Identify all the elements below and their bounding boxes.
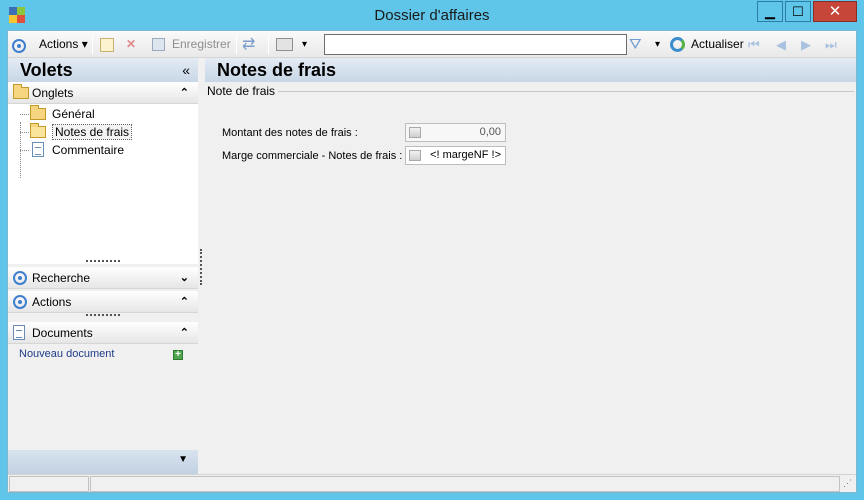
actions-menu-label: Actions [39,37,79,51]
tree-item-commentaire[interactable]: Commentaire [30,142,124,158]
section-actions[interactable]: Actions ⌃ [8,291,198,313]
tabs-tree: Général Notes de frais Commentaire [8,104,198,264]
montant-field[interactable]: 0,00 [405,123,506,142]
toolbar-separator [92,35,93,54]
last-icon[interactable]: ⏭ [825,35,837,54]
circle-icon [13,271,27,285]
search-input[interactable] [324,34,627,55]
print-dropdown-arrow[interactable]: ▾ [302,35,307,54]
folder-icon [30,105,46,120]
group-title: Note de frais [207,84,279,98]
tree-connector [20,114,29,115]
new-icon[interactable] [100,38,114,52]
application-window: Dossier d'affaires ▁ ☐ ✕ Actions ▾ ✕ Enr… [0,0,864,500]
panel-splitter[interactable] [200,249,202,285]
actions-menu-button[interactable]: Actions ▾ [39,35,88,54]
window-title: Dossier d'affaires [374,7,490,24]
montant-label: Montant des notes de frais : [222,127,358,139]
document-icon [32,142,44,157]
window-client-area: Actions ▾ ✕ Enregistrer ⇄ ▾ ⛛ ▾ Actualis… [7,30,857,493]
chevron-up-icon[interactable]: ⌃ [180,82,189,104]
title-bar: Dossier d'affaires ▁ ☐ ✕ [0,0,864,30]
marge-field[interactable]: <! margeNF !> [405,146,506,165]
chevron-down-icon[interactable]: ▼ [178,454,188,465]
refresh-button[interactable]: Actualiser [691,35,744,54]
minimize-button[interactable]: ▁ [757,1,783,22]
status-cell [90,476,840,492]
side-panel-title: Volets « [8,58,198,82]
next-icon[interactable]: ▶ [801,35,811,54]
refresh-icon[interactable]: ⇄ [242,35,255,54]
delete-icon[interactable]: ✕ [126,35,136,54]
folder-open-icon [30,123,46,138]
save-icon[interactable] [152,38,165,51]
side-panel: Volets « Onglets ⌃ Général Notes de frai… [8,58,198,474]
side-panel-title-label: Volets [20,60,73,80]
section-actions-label: Actions [32,295,72,309]
section-documents[interactable]: Documents ⌃ [8,322,198,344]
folder-icon [13,84,29,99]
refresh-circle-icon[interactable] [670,37,685,52]
resize-grip[interactable] [86,314,120,316]
section-recherche-label: Recherche [32,271,91,285]
page-title: Notes de frais [205,58,856,82]
tree-item-notes-de-frais[interactable]: Notes de frais [30,123,133,140]
document-icon [13,325,25,340]
tree-connector [20,150,29,151]
main-content: Notes de frais Note de frais Montant des… [205,58,856,474]
tree-item-general[interactable]: Général [30,105,95,122]
status-cell [9,476,89,492]
new-document-link[interactable]: Nouveau document [19,348,114,360]
tree-connector [20,132,29,133]
print-icon[interactable] [276,38,293,51]
section-onglets[interactable]: Onglets ⌃ [8,82,198,104]
add-icon[interactable]: + [173,350,183,360]
marge-label: Marge commerciale - Notes de frais : [222,150,403,162]
maximize-button[interactable]: ☐ [785,1,811,22]
montant-checkbox[interactable] [409,127,421,138]
filter-icon[interactable]: ⛛ [629,35,642,54]
filter-dropdown-arrow[interactable]: ▾ [655,35,660,54]
status-bar: ⋰ [8,474,856,492]
prev-icon[interactable]: ◀ [776,35,786,54]
marge-value: <! margeNF !> [430,149,501,161]
section-onglets-label: Onglets [32,86,74,100]
tree-item-label: Commentaire [52,143,125,157]
circle-icon [13,295,27,309]
resize-grip-icon[interactable]: ⋰ [843,478,852,489]
tree-item-label: Notes de frais [52,124,133,140]
side-panel-footer: ▼ [8,450,198,474]
save-button[interactable]: Enregistrer [172,35,231,54]
resize-grip[interactable] [86,260,120,262]
close-button[interactable]: ✕ [813,1,857,22]
toolbar-separator [236,35,237,54]
actions-circle-icon[interactable] [12,36,26,55]
chevron-up-icon[interactable]: ⌃ [180,291,189,313]
section-documents-label: Documents [32,326,93,340]
tree-item-label: Général [52,107,95,121]
section-recherche[interactable]: Recherche ⌄ [8,267,198,289]
chevron-down-icon[interactable]: ⌄ [180,267,189,289]
collapse-panel-icon[interactable]: « [182,58,190,82]
toolbar-separator [268,35,269,54]
montant-value: 0,00 [479,126,501,138]
toolbar: Actions ▾ ✕ Enregistrer ⇄ ▾ ⛛ ▾ Actualis… [8,31,856,58]
first-icon[interactable]: ⏮ [748,35,760,54]
chevron-up-icon[interactable]: ⌃ [180,322,189,344]
group-divider [277,91,854,92]
marge-checkbox[interactable] [409,150,421,161]
